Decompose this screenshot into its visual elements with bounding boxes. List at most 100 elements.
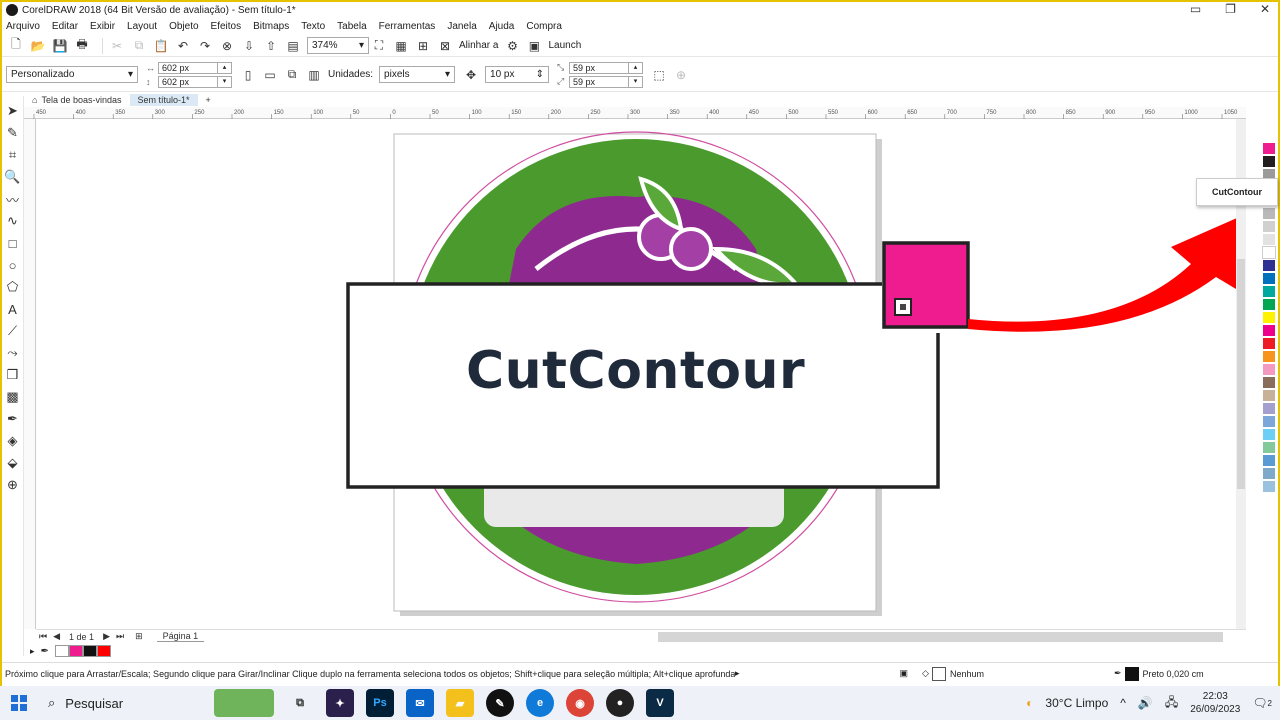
swatch-navy[interactable] [1262, 259, 1276, 272]
save-icon[interactable]: 💾 [52, 38, 68, 54]
page-border-icon[interactable]: ⬚ [651, 67, 667, 83]
swatch-steel[interactable] [1262, 454, 1276, 467]
import-icon[interactable]: ⇩ [241, 38, 257, 54]
pick-tool-icon[interactable]: ➤ [4, 100, 22, 122]
redo-icon[interactable]: ↷ [197, 38, 213, 54]
menu-janela[interactable]: Janela [447, 21, 476, 32]
start-button[interactable] [0, 686, 38, 720]
drop-shadow-icon[interactable]: ❒ [4, 364, 22, 386]
scroll-thumb[interactable] [1237, 259, 1245, 489]
menu-ferramentas[interactable]: Ferramentas [379, 21, 436, 32]
swatch-pink[interactable] [1262, 324, 1276, 337]
swatch-yellow[interactable] [1262, 311, 1276, 324]
swatch-pale-blue[interactable] [1262, 480, 1276, 493]
doc-swatch-black[interactable] [82, 645, 97, 657]
swatch-gray-6[interactable] [1262, 233, 1276, 246]
fill-status[interactable]: Nenhum [950, 669, 984, 679]
restore-icon[interactable]: ▭ [1190, 2, 1201, 16]
swatch-sky[interactable] [1262, 415, 1276, 428]
zoom-level-select[interactable]: 374% ▾ [307, 37, 369, 54]
clock[interactable]: 22:03 26/09/2023 [1190, 690, 1240, 716]
menu-layout[interactable]: Layout [127, 21, 157, 32]
drawing-canvas[interactable]: CutContour [36, 119, 1246, 629]
network-icon[interactable]: 🖧 [1165, 693, 1178, 714]
cut-icon[interactable]: ✂ [109, 38, 125, 54]
page-tab[interactable]: Página 1 [156, 631, 205, 642]
palette-expand-icon[interactable]: ▸ [30, 646, 35, 657]
zoom-tool-icon[interactable]: 🔍 [4, 166, 22, 188]
connector-tool-icon[interactable]: ⤳ [4, 342, 22, 364]
swatch-magenta[interactable] [1262, 142, 1276, 155]
maximize-icon[interactable]: ❐ [1225, 2, 1236, 16]
mail-icon[interactable]: ✉ [406, 689, 434, 717]
next-page-icon[interactable]: ▶ [103, 631, 110, 642]
swatch-cyan[interactable] [1262, 428, 1276, 441]
horizontal-scrollbar[interactable] [658, 632, 1223, 642]
tab-welcome-screen[interactable]: ⌂ Tela de boas-vindas [24, 94, 130, 106]
units-select[interactable]: pixels ▾ [379, 66, 456, 83]
edge-icon[interactable]: e [526, 689, 554, 717]
obs-icon[interactable]: ● [606, 689, 634, 717]
add-icon[interactable]: ⊕ [673, 67, 689, 83]
menu-exibir[interactable]: Exibir [90, 21, 115, 32]
freehand-tool-icon[interactable]: 〰 [4, 188, 22, 210]
align-to-dropdown[interactable]: Alinhar a [459, 40, 498, 51]
dup-x-spinner[interactable]: ▴ [629, 61, 644, 74]
print-icon[interactable]: 🖶 [74, 37, 90, 54]
dup-x-field[interactable]: 59 px [569, 61, 630, 74]
pdf-export-icon[interactable]: ▤ [285, 38, 301, 54]
weather-text[interactable]: 30°C Limpo [1045, 696, 1108, 710]
height-spinner[interactable]: ▾ [218, 75, 232, 88]
all-pages-icon[interactable]: ⧉ [284, 67, 300, 83]
swatch-none[interactable] [54, 645, 69, 657]
portrait-icon[interactable]: ▯ [240, 67, 256, 83]
menu-objeto[interactable]: Objeto [169, 21, 198, 32]
chrome-icon[interactable]: ◉ [566, 689, 594, 717]
search-content-icon[interactable]: ⊗ [219, 38, 235, 54]
snap-off-icon[interactable]: ⊠ [437, 38, 453, 54]
new-tab-button[interactable]: + [198, 94, 219, 106]
swatch-teal[interactable] [1262, 285, 1276, 298]
file-explorer-icon[interactable]: ▰ [446, 689, 474, 717]
swatch-blue[interactable] [1262, 272, 1276, 285]
rectangle-tool-icon[interactable]: □ [4, 232, 22, 254]
taskbar-search[interactable]: ⌕ Pesquisar [38, 686, 208, 720]
notifications-icon[interactable]: 🗨 [1252, 696, 1267, 710]
swatch-tan[interactable] [1262, 389, 1276, 402]
swatch-orange[interactable] [1262, 350, 1276, 363]
page-height-field[interactable]: 602 px [158, 75, 218, 88]
artistic-media-icon[interactable]: ∿ [4, 210, 22, 232]
menu-bitmaps[interactable]: Bitmaps [253, 21, 289, 32]
swatch-red[interactable] [1262, 337, 1276, 350]
width-spinner[interactable]: ▴ [218, 61, 232, 74]
show-guides-icon[interactable]: ⊞ [415, 38, 431, 54]
open-icon[interactable]: 📂 [30, 38, 46, 54]
transparency-tool-icon[interactable]: ▩ [4, 386, 22, 408]
smart-fill-icon[interactable]: ⬙ [4, 452, 22, 474]
swatch-white[interactable] [1262, 246, 1276, 259]
menu-editar[interactable]: Editar [52, 21, 78, 32]
dup-y-field[interactable]: 59 px [569, 75, 630, 88]
eyedropper-icon[interactable]: ✒ [4, 408, 22, 430]
swatch-mint[interactable] [1262, 441, 1276, 454]
copy-icon[interactable]: ⧉ [131, 38, 147, 54]
dup-y-spinner[interactable]: ▾ [629, 75, 644, 88]
interactive-fill-icon[interactable]: ◈ [4, 430, 22, 452]
swatch-gray-4[interactable] [1262, 207, 1276, 220]
add-tool-icon[interactable]: ⊕ [4, 474, 22, 496]
swatch-black[interactable] [1262, 155, 1276, 168]
swatch-gray-5[interactable] [1262, 220, 1276, 233]
menu-tabela[interactable]: Tabela [337, 21, 366, 32]
status-expand-icon[interactable]: ▸ [735, 668, 740, 679]
tray-chevron-icon[interactable]: ^ [1120, 696, 1126, 710]
swatch-brown[interactable] [1262, 376, 1276, 389]
text-tool-icon[interactable]: A [4, 298, 22, 320]
page-preset-select[interactable]: Personalizado ▾ [6, 66, 138, 83]
full-screen-icon[interactable]: ⛶ [371, 38, 387, 54]
add-page-icon[interactable]: ⊞ [135, 631, 143, 642]
menu-ajuda[interactable]: Ajuda [489, 21, 515, 32]
vertical-ruler[interactable] [24, 119, 36, 629]
crop-tool-icon[interactable]: ⌗ [4, 144, 22, 166]
parallel-dimension-icon[interactable]: ⟋ [4, 320, 22, 342]
close-icon[interactable]: ✕ [1260, 2, 1270, 16]
